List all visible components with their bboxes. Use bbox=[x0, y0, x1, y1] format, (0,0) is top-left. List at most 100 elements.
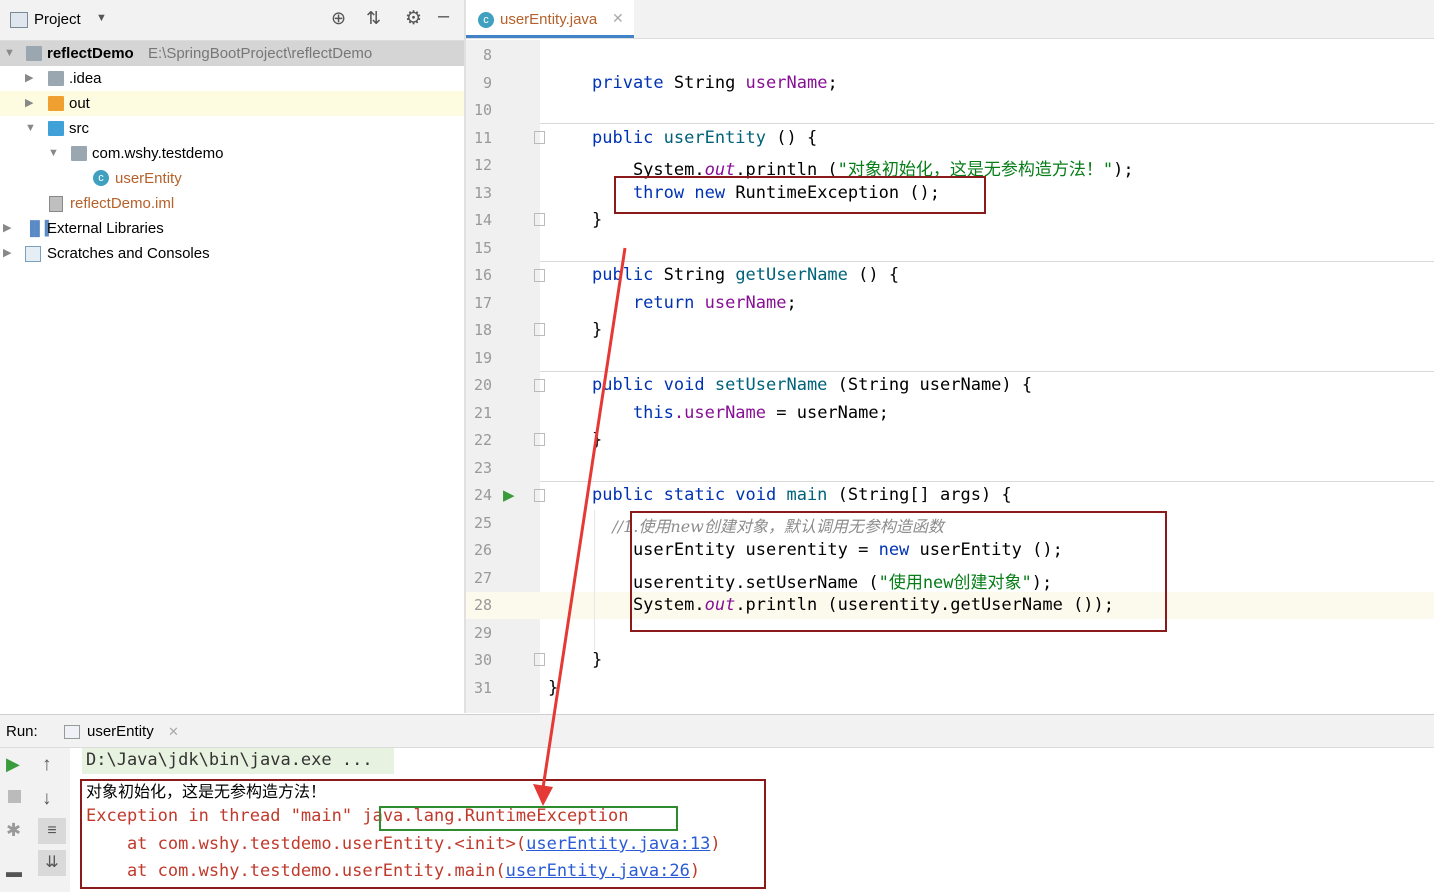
field-name: .userName bbox=[673, 403, 767, 423]
editor-tab-userentity[interactable]: c userEntity.java ✕ bbox=[466, 0, 634, 38]
java-class-icon: c bbox=[93, 170, 109, 186]
line-number: 28 bbox=[473, 596, 492, 614]
close-icon[interactable]: ✕ bbox=[612, 10, 624, 27]
method-name: userEntity bbox=[653, 128, 767, 148]
editor-tab-label: userEntity.java bbox=[500, 11, 598, 28]
collapse-icon[interactable]: ⇅ bbox=[366, 8, 381, 29]
line-number: 27 bbox=[473, 568, 492, 587]
tree-item-idea[interactable]: ▶ .idea bbox=[0, 66, 464, 91]
up-arrow-icon[interactable]: ↑ bbox=[42, 754, 52, 776]
line-number: 30 bbox=[473, 651, 492, 669]
dropdown-icon[interactable]: ▼ bbox=[96, 12, 107, 24]
method-name: setUserName bbox=[704, 375, 828, 395]
chevron-right-icon[interactable]: ▶ bbox=[3, 241, 11, 266]
line-number: 8 bbox=[482, 46, 492, 64]
stop-icon[interactable] bbox=[8, 790, 21, 803]
tree-item-label: userEntity bbox=[115, 170, 182, 187]
method-name: getUserName bbox=[735, 265, 848, 285]
chevron-down-icon[interactable]: ▼ bbox=[25, 116, 36, 141]
package-icon bbox=[71, 146, 87, 161]
fold-marker-icon[interactable] bbox=[534, 433, 545, 446]
project-panel-header: Project ▼ ⊕ ⇅ ⚙ – bbox=[0, 0, 464, 41]
debug-icon[interactable]: ✱ bbox=[6, 820, 21, 841]
line-number: 15 bbox=[473, 238, 492, 257]
minimize-icon[interactable]: – bbox=[438, 5, 449, 28]
run-config-icon bbox=[64, 725, 80, 739]
run-panel-header: Run: userEntity ✕ bbox=[0, 714, 1434, 748]
keyword: public bbox=[592, 265, 654, 285]
tree-item-iml[interactable]: reflectDemo.iml bbox=[0, 191, 464, 216]
line-number: 9 bbox=[482, 73, 492, 92]
code-line-11: public userEntity () { bbox=[592, 128, 817, 148]
chevron-right-icon[interactable]: ▶ bbox=[25, 91, 33, 116]
line-number: 10 bbox=[473, 101, 492, 119]
code-line-14: } bbox=[592, 210, 603, 230]
method-separator bbox=[540, 261, 1434, 262]
method-name: main bbox=[776, 485, 828, 505]
keyword: this bbox=[592, 403, 674, 423]
scroll-to-end-icon[interactable]: ⇊ bbox=[38, 850, 66, 876]
line-number: 26 bbox=[473, 541, 492, 559]
line-number: 19 bbox=[473, 348, 492, 367]
run-toolbar: ▶ ↑ ↓ ✱ ≡ ▬ ⇊ bbox=[0, 748, 71, 892]
line-number: 14 bbox=[473, 211, 492, 229]
tree-item-external-libraries[interactable]: ▶ ▐▌▍ External Libraries bbox=[0, 216, 464, 241]
method-separator bbox=[540, 481, 1434, 482]
method-separator bbox=[540, 123, 1434, 124]
code-line-22: } bbox=[592, 430, 603, 450]
punct: ; bbox=[786, 293, 797, 313]
source-folder-icon bbox=[48, 121, 64, 136]
line-number: 13 bbox=[473, 183, 492, 202]
line-number: 18 bbox=[473, 321, 492, 339]
locate-icon[interactable]: ⊕ bbox=[331, 8, 346, 29]
line-number: 25 bbox=[473, 513, 492, 532]
keyword: private bbox=[592, 73, 664, 93]
punct: ); bbox=[1113, 160, 1134, 180]
module-file-icon bbox=[49, 196, 63, 212]
tree-item-out[interactable]: ▶ out bbox=[0, 91, 464, 116]
tree-item-path: E:\SpringBootProject\reflectDemo bbox=[148, 45, 373, 62]
tree-item-package[interactable]: ▼ com.wshy.testdemo bbox=[0, 141, 464, 166]
type-name: String bbox=[653, 265, 736, 285]
close-icon[interactable]: ✕ bbox=[168, 724, 179, 740]
highlight-exception-class-box bbox=[379, 806, 678, 831]
highlight-throw-box bbox=[614, 176, 986, 214]
layout-icon[interactable]: ▬ bbox=[6, 864, 22, 882]
fold-marker-icon[interactable] bbox=[534, 323, 545, 336]
project-view-icon bbox=[10, 12, 28, 28]
soft-wrap-icon[interactable]: ≡ bbox=[38, 818, 66, 844]
project-tree: ▼ reflectDemo E:\SpringBootProject\refle… bbox=[0, 41, 464, 713]
fold-marker-icon[interactable] bbox=[534, 489, 545, 502]
chevron-down-icon[interactable]: ▼ bbox=[4, 41, 15, 66]
chevron-right-icon[interactable]: ▶ bbox=[3, 216, 11, 241]
code-line-31: } bbox=[548, 678, 559, 698]
gear-icon[interactable]: ⚙ bbox=[405, 7, 422, 30]
chevron-down-icon[interactable]: ▼ bbox=[48, 141, 59, 166]
down-arrow-icon[interactable]: ↓ bbox=[42, 788, 52, 810]
chevron-right-icon[interactable]: ▶ bbox=[25, 66, 33, 91]
highlight-main-body-box bbox=[630, 511, 1167, 632]
fold-marker-icon[interactable] bbox=[534, 379, 545, 392]
tree-item-src[interactable]: ▼ src bbox=[0, 116, 464, 141]
tree-item-userentity[interactable]: c userEntity bbox=[0, 166, 464, 191]
tree-item-label: com.wshy.testdemo bbox=[92, 145, 224, 162]
code-line-17: return userName; bbox=[592, 293, 797, 313]
code-text: (String[] args) { bbox=[827, 485, 1012, 505]
line-number: 23 bbox=[473, 458, 492, 477]
tree-item-reflectdemo[interactable]: ▼ reflectDemo E:\SpringBootProject\refle… bbox=[0, 41, 464, 66]
fold-marker-icon[interactable] bbox=[534, 269, 545, 282]
run-tab-label[interactable]: userEntity bbox=[87, 723, 154, 740]
code-line-16: public String getUserName () { bbox=[592, 265, 899, 285]
punct: () { bbox=[766, 128, 818, 148]
run-gutter-icon[interactable]: ▶ bbox=[503, 486, 515, 504]
punct: ; bbox=[827, 73, 838, 93]
fold-marker-icon[interactable] bbox=[534, 653, 545, 666]
folder-icon bbox=[48, 71, 64, 86]
fold-marker-icon[interactable] bbox=[534, 213, 545, 226]
tree-item-scratches[interactable]: ▶ Scratches and Consoles bbox=[0, 241, 464, 266]
run-icon[interactable]: ▶ bbox=[6, 754, 20, 775]
run-label: Run: bbox=[6, 723, 38, 740]
project-panel-title[interactable]: Project bbox=[34, 11, 81, 28]
fold-marker-icon[interactable] bbox=[534, 131, 545, 144]
line-number: 22 bbox=[473, 431, 492, 449]
